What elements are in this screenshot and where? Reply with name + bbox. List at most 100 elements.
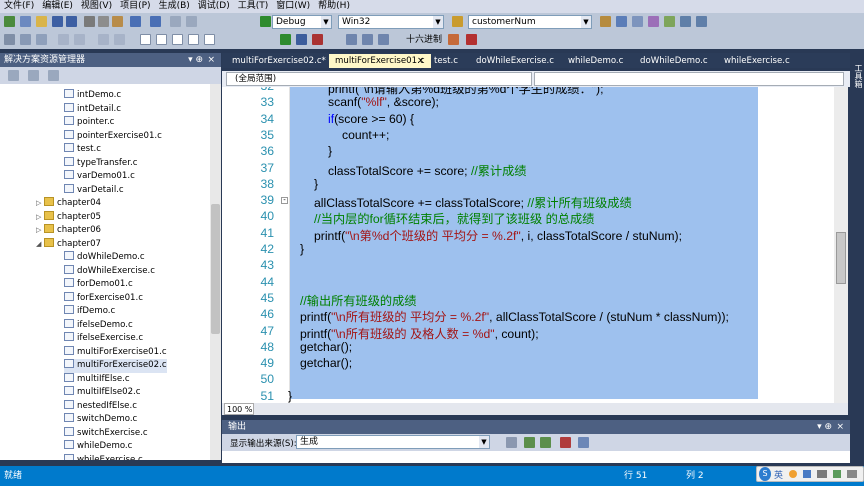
format-icon[interactable] — [20, 34, 31, 45]
tree-file[interactable]: intDetail.c — [64, 102, 121, 117]
undo-icon[interactable] — [130, 16, 141, 27]
clear-all-icon[interactable] — [560, 437, 571, 448]
step-out-icon[interactable] — [378, 34, 389, 45]
code-line[interactable]: getchar(); — [300, 356, 352, 370]
scope-dropdown[interactable]: (全局范围) — [226, 72, 532, 86]
code-line[interactable]: //当内层的for循环结束后，就得到了该班级 的总成绩 — [314, 209, 594, 227]
bookmark-clear-icon[interactable] — [204, 34, 215, 45]
close-tab-icon[interactable]: × — [417, 54, 425, 68]
menu-item[interactable]: 帮助(H) — [314, 0, 354, 13]
tab-multiforexercise02-c-[interactable]: multiForExercise02.c* — [226, 54, 332, 68]
code-line[interactable]: printf("\n所有班级的 及格人数 = %d", count); — [300, 324, 539, 342]
tree-file[interactable]: switchExercise.c — [64, 426, 148, 441]
goto-icon[interactable] — [506, 437, 517, 448]
tree-file[interactable]: pointerExercise01.c — [64, 129, 162, 144]
code-line[interactable]: scanf("%lf", &score); — [328, 95, 439, 109]
outdent-icon[interactable] — [74, 34, 85, 45]
redo-icon[interactable] — [150, 16, 161, 27]
pin-icon[interactable]: ▾ ⊕ — [817, 420, 832, 434]
menu-item[interactable]: 生成(B) — [155, 0, 194, 13]
tree-file[interactable]: pointer.c — [64, 116, 114, 130]
menu-item[interactable]: 文件(F) — [0, 0, 38, 13]
close-icon[interactable]: × — [207, 53, 215, 67]
indent-icon[interactable] — [58, 34, 69, 45]
tree-file[interactable]: forExercise01.c — [64, 291, 143, 306]
code-line[interactable]: } — [314, 177, 318, 191]
tab-dowhileexercise-c[interactable]: doWhileExercise.c — [470, 54, 560, 68]
ime-voice-icon[interactable] — [803, 470, 811, 478]
member-dropdown[interactable] — [534, 72, 844, 86]
scrollbar-thumb[interactable] — [836, 232, 846, 284]
tree-file[interactable]: forDemo01.c — [64, 278, 133, 292]
run-icon[interactable] — [4, 16, 15, 27]
tree-file[interactable]: ifelseDemo.c — [64, 318, 133, 333]
properties-icon[interactable] — [8, 70, 19, 81]
tree-file[interactable]: whileDemo.c — [64, 440, 132, 454]
paste-icon[interactable] — [112, 16, 123, 27]
save-icon[interactable] — [52, 16, 63, 27]
find-combo[interactable]: customerNum ▼ — [468, 15, 592, 29]
tree-file[interactable]: test.c — [64, 143, 101, 157]
output-source-select[interactable]: 生成 ▼ — [296, 435, 490, 449]
scrollbar-thumb[interactable] — [211, 204, 220, 334]
tree-file[interactable]: ifelseExercise.c — [64, 332, 143, 346]
properties-icon[interactable] — [632, 16, 643, 27]
ime-skin-icon[interactable] — [833, 470, 841, 478]
code-line[interactable]: printf("\n第%d个班级的 平均分 = %.2f", i, classT… — [314, 226, 682, 244]
menu-item[interactable]: 调试(D) — [194, 0, 234, 13]
start-page-icon[interactable] — [680, 16, 691, 27]
code-line[interactable]: } — [300, 242, 304, 256]
tab-whiledemo-c[interactable]: whileDemo.c — [562, 54, 629, 68]
tree-file[interactable]: varDemo01.c — [64, 170, 135, 184]
navigate-forward-icon[interactable] — [186, 16, 197, 27]
save-all-icon[interactable] — [66, 16, 77, 27]
prev-message-icon[interactable] — [524, 437, 535, 448]
ime-tools-icon[interactable] — [847, 470, 857, 478]
tree-file[interactable]: doWhileExercise.c — [64, 264, 155, 279]
continue-icon[interactable] — [280, 34, 291, 45]
expand-icon[interactable]: ▷ — [36, 211, 44, 225]
tree-folder[interactable]: ▷ chapter04 — [36, 197, 101, 211]
ime-toolbar[interactable]: S 英 — [756, 466, 864, 482]
tree-folder[interactable]: ◢ chapter07 — [36, 237, 101, 252]
toggle-icon[interactable] — [4, 34, 15, 45]
cut-icon[interactable] — [84, 16, 95, 27]
word-wrap-icon[interactable] — [578, 437, 589, 448]
code-line[interactable]: getchar(); — [300, 340, 352, 354]
exceptions-icon[interactable] — [466, 34, 477, 45]
tree-file[interactable]: multiForExercise02.c — [64, 359, 167, 373]
tab-dowhiledemo-c[interactable]: doWhileDemo.c — [634, 54, 714, 68]
code-line[interactable]: count++; — [342, 128, 389, 142]
tree-file[interactable]: ifDemo.c — [64, 305, 115, 319]
next-message-icon[interactable] — [540, 437, 551, 448]
tree-file[interactable]: multiIfElse02.c — [64, 386, 141, 400]
code-line[interactable]: } — [328, 144, 332, 158]
comment-icon[interactable] — [98, 34, 109, 45]
hex-toggle[interactable]: 十六进制 — [406, 34, 442, 46]
code-line[interactable]: //输出所有班级的成绩 — [300, 291, 416, 309]
tree-file[interactable]: typeTransfer.c — [64, 156, 137, 171]
menu-item[interactable]: 项目(P) — [116, 0, 154, 13]
editor-scrollbar[interactable] — [834, 87, 848, 403]
new-project-icon[interactable] — [20, 16, 31, 27]
tree-scrollbar[interactable] — [210, 84, 221, 460]
editor-hscroll[interactable] — [222, 403, 848, 415]
toolbox-icon[interactable] — [664, 16, 675, 27]
solution-explorer-icon[interactable] — [616, 16, 627, 27]
tab-multiforexercise01-c[interactable]: multiForExercise01.c — [329, 54, 431, 68]
bookmark-folder-icon[interactable] — [188, 34, 199, 45]
pin-icon[interactable]: ▾ ⊕ — [188, 53, 203, 67]
object-browser-icon[interactable] — [648, 16, 659, 27]
bookmark-prev-icon[interactable] — [156, 34, 167, 45]
expand-icon[interactable]: ▷ — [36, 224, 44, 238]
open-folder-icon[interactable] — [36, 16, 47, 27]
breakpoint-icon[interactable] — [448, 34, 459, 45]
stop-debug-icon[interactable] — [312, 34, 323, 45]
code-line[interactable]: if(score >= 60) { — [328, 112, 414, 126]
menu-item[interactable]: 视图(V) — [77, 0, 116, 13]
menu-item[interactable]: 工具(T) — [234, 0, 273, 13]
find-in-files-icon[interactable] — [600, 16, 611, 27]
ime-punct-icon[interactable] — [789, 470, 797, 478]
tree-file[interactable]: whileExercise.c — [64, 453, 143, 460]
collapse-icon[interactable]: ◢ — [36, 238, 44, 252]
